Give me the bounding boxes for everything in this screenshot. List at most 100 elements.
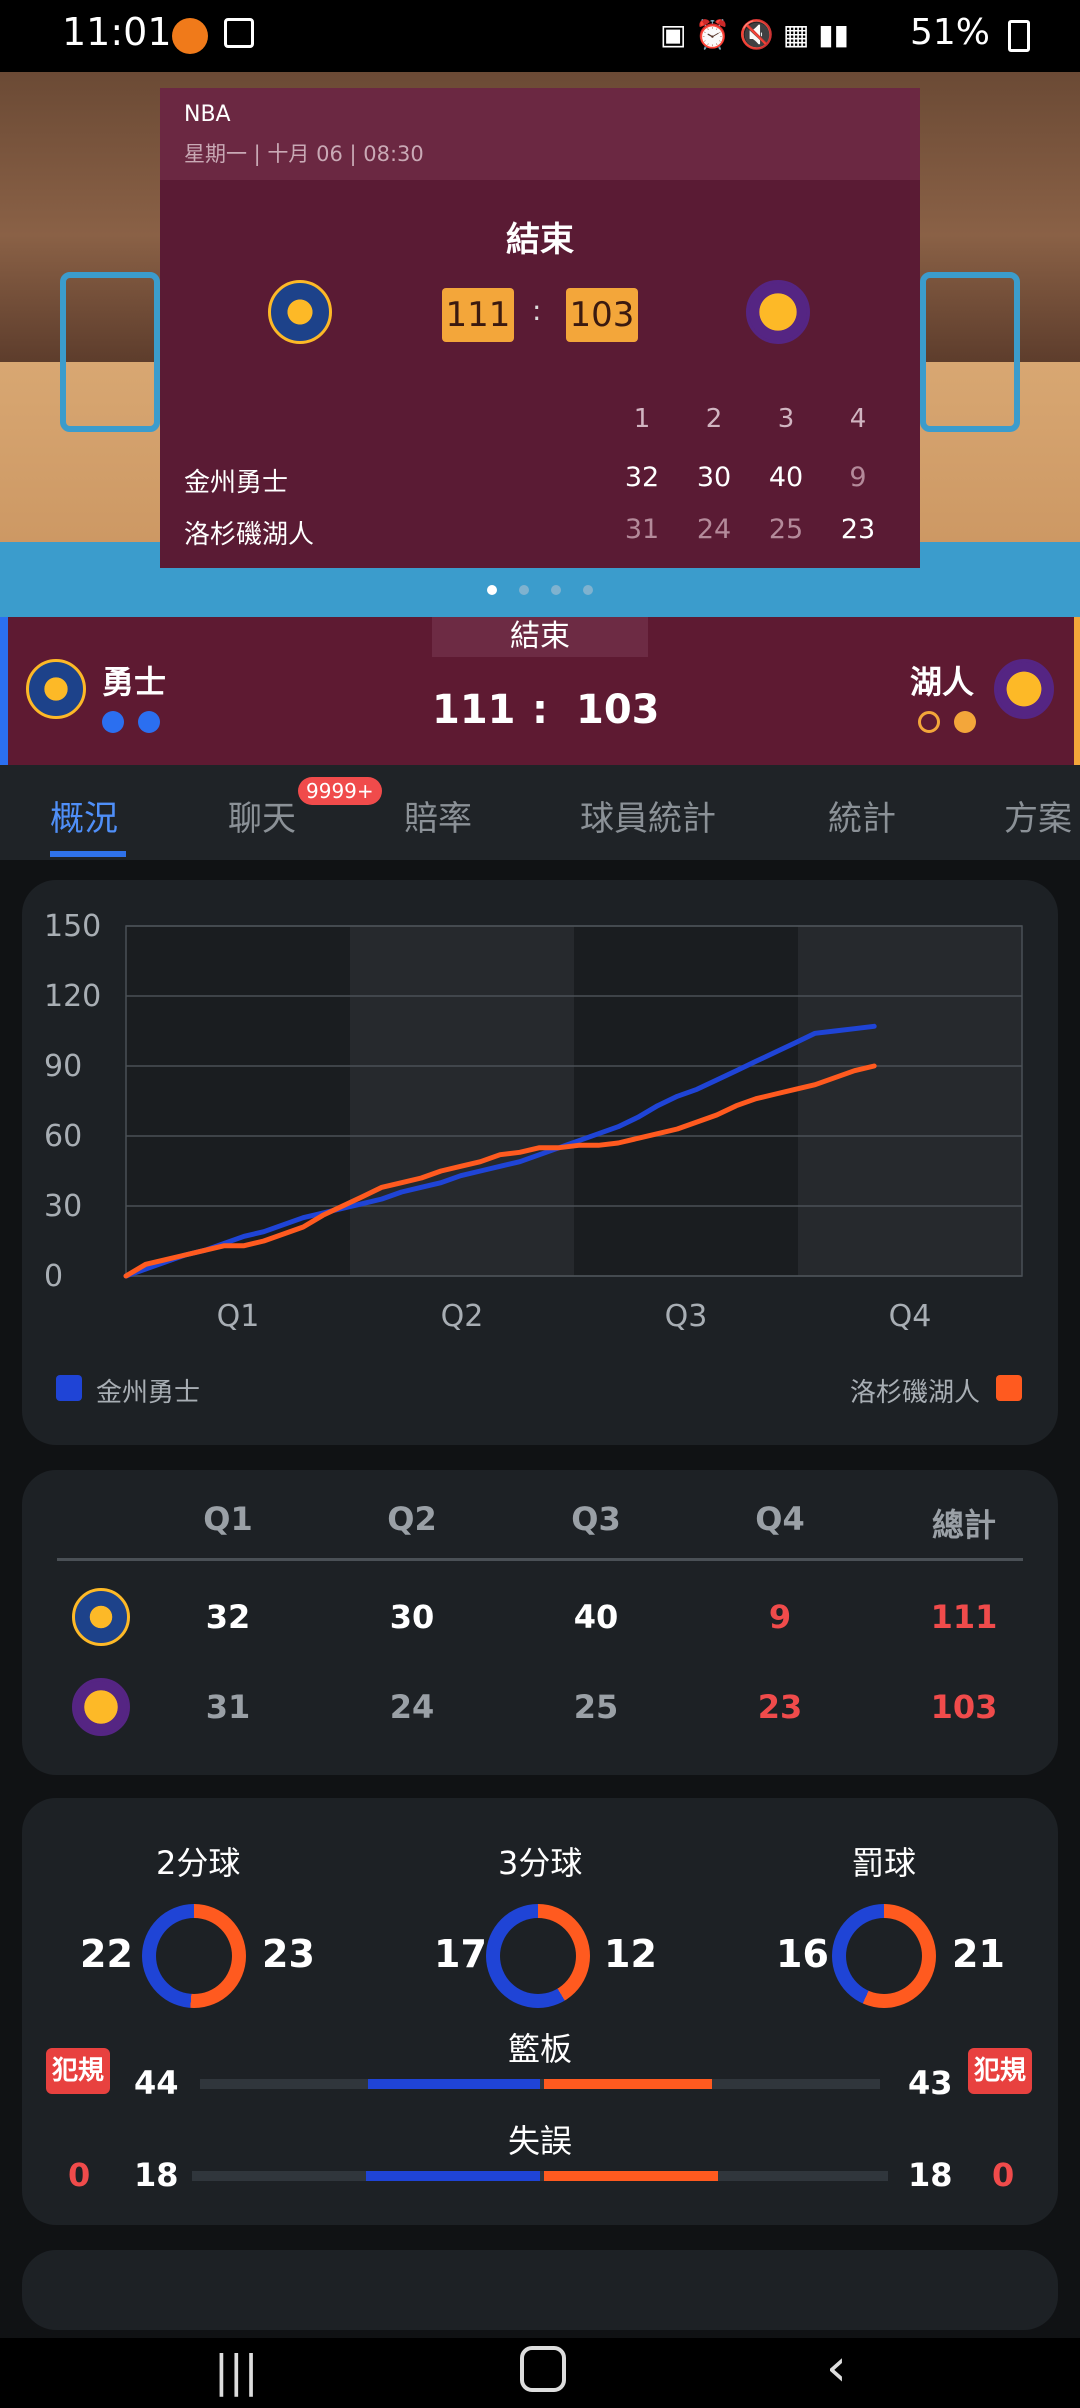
x-tick-label: Q4 (889, 1299, 932, 1334)
home-accent-bar (0, 617, 8, 765)
home-fouls-count: 0 (68, 2156, 91, 2194)
away-fouls-count: 0 (992, 2156, 1015, 2194)
app-notification-icon (172, 18, 208, 54)
turnovers-away-bar (544, 2171, 718, 2181)
away-accent-bar (1074, 617, 1080, 765)
match-card[interactable]: NBA 星期一 | 十月 06 | 08:30 結束 111 : 103 1 2… (160, 88, 920, 568)
home-q2: 30 (696, 462, 732, 493)
ring-hole (156, 1918, 232, 1994)
lakers-logo (746, 280, 810, 344)
team-stats-panel: 2分球 22 23 3分球 17 12 罰球 16 21 犯規 籃板 44 43… (22, 1798, 1058, 2225)
away-score-box: 103 (566, 288, 638, 342)
left-hoop (60, 272, 160, 432)
carousel-dot[interactable] (487, 585, 497, 595)
x-tick-label: Q2 (441, 1299, 484, 1334)
tab-stats[interactable]: 統計 (828, 791, 896, 840)
y-tick-label: 120 (44, 979, 101, 1014)
two-pointers-ring (142, 1904, 246, 2008)
table-cell: 40 (573, 1598, 619, 1636)
home-score-box: 111 (442, 288, 514, 342)
table-cell: 32 (205, 1598, 251, 1636)
score-bar: 結束 勇士 111 : 103 湖人 (0, 617, 1080, 765)
carousel-dot[interactable] (583, 585, 593, 595)
table-cell: 30 (389, 1598, 435, 1636)
home-legend-label: 金州勇士 (96, 1378, 201, 1408)
tab-chat[interactable]: 聊天 (228, 791, 296, 840)
y-tick-label: 30 (44, 1189, 82, 1224)
right-hoop (920, 272, 1020, 432)
match-date: 星期一 | 十月 06 | 08:30 (184, 142, 424, 166)
table-cell: 111 (930, 1598, 998, 1636)
active-tab-indicator (50, 851, 126, 857)
table-divider (57, 1558, 1023, 1561)
table-header: Q4 (755, 1500, 805, 1538)
recent-apps-icon[interactable]: ||| (214, 2346, 258, 2397)
score-trend-svg: 150 120 90 60 30 0 Q1 Q2 Q3 Q4 (44, 909, 1023, 1334)
tab-plans[interactable]: 方案 (1004, 791, 1072, 840)
away-legend-swatch (996, 1375, 1022, 1401)
two-pointers-label: 2分球 (156, 1844, 241, 1882)
table-cell: 25 (573, 1688, 619, 1726)
away-legend-label: 洛杉磯湖人 (850, 1378, 981, 1408)
status-time: 11:01 (62, 10, 172, 54)
away-timeout-dot (918, 711, 940, 733)
score-separator: : (532, 294, 542, 327)
home-timeout-dot (102, 711, 124, 733)
carousel-dot[interactable] (519, 585, 529, 595)
carousel-dot[interactable] (551, 585, 561, 595)
turnovers-label: 失誤 (508, 2122, 573, 2160)
home-timeout-dot (138, 711, 160, 733)
y-tick-label: 0 (44, 1259, 63, 1294)
home-fouls-badge: 犯規 (46, 2048, 110, 2094)
away-q3: 25 (768, 514, 804, 545)
tab-overview[interactable]: 概況 (50, 791, 118, 840)
away-team-name: 洛杉磯湖人 (184, 520, 315, 550)
away-q2: 24 (696, 514, 732, 545)
table-header: Q2 (387, 1500, 437, 1538)
away-team-short: 湖人 (910, 663, 975, 701)
score-bar-status: 結束 (432, 617, 648, 657)
home-icon[interactable] (520, 2346, 566, 2392)
quarter-header: 3 (777, 404, 795, 434)
rebounds-bar-track (200, 2079, 880, 2089)
quarter-header: 4 (849, 404, 867, 434)
lakers-logo (994, 659, 1054, 719)
free-throws-label: 罰球 (852, 1844, 917, 1882)
match-header-court: NBA 星期一 | 十月 06 | 08:30 結束 111 : 103 1 2… (0, 72, 1080, 617)
free-throws-away: 21 (952, 1932, 1005, 1976)
home-q4: 9 (849, 462, 867, 493)
ring-hole (500, 1918, 576, 1994)
carousel-dots[interactable] (0, 580, 1080, 599)
tab-player-stats[interactable]: 球員統計 (580, 791, 716, 840)
y-tick-label: 90 (44, 1049, 82, 1084)
warriors-logo (72, 1588, 130, 1646)
system-nav-bar: ||| ‹ (0, 2338, 1080, 2408)
score-trend-chart: 150 120 90 60 30 0 Q1 Q2 Q3 Q4 金州勇士 洛杉磯湖人 (22, 880, 1058, 1445)
status-bar: 11:01 ▣ ⏰ 🔇 ▦ ▮▮ 51% (0, 0, 1080, 72)
quarter-band (798, 926, 1022, 1276)
score-separator: : (532, 687, 548, 733)
rebounds-away-bar (544, 2079, 712, 2089)
away-fouls-badge: 犯規 (968, 2048, 1032, 2094)
table-header: Q1 (203, 1500, 253, 1538)
tab-bar: 概況 聊天 9999+ 賠率 球員統計 統計 方案 (0, 765, 1080, 860)
table-cell: 23 (757, 1688, 803, 1726)
back-icon[interactable]: ‹ (826, 2338, 847, 2398)
rebounds-away: 43 (908, 2064, 953, 2102)
tab-odds[interactable]: 賠率 (404, 791, 472, 840)
two-pointers-away: 23 (262, 1932, 315, 1976)
home-score: 111 (432, 687, 516, 733)
turnovers-away: 18 (908, 2156, 953, 2194)
table-cell: 9 (768, 1598, 792, 1636)
home-q1: 32 (624, 462, 660, 493)
three-pointers-home: 17 (434, 1932, 487, 1976)
quarter-band (574, 926, 798, 1276)
warriors-logo (26, 659, 86, 719)
match-status: 結束 (506, 220, 574, 260)
turnovers-bar-track (192, 2171, 888, 2181)
warriors-logo (268, 280, 332, 344)
lakers-logo (72, 1678, 130, 1736)
away-q1: 31 (624, 514, 660, 545)
home-legend-swatch (56, 1375, 82, 1401)
status-icons: ▣ ⏰ 🔇 ▦ ▮▮ (660, 18, 850, 51)
